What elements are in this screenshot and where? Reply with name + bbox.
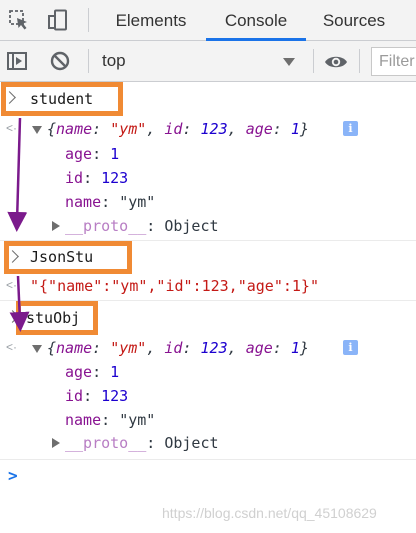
- result-arrow-icon: <·: [6, 340, 18, 354]
- expand-triangle-icon[interactable]: [52, 438, 60, 448]
- string-result: "{"name":"ym","id":123,"age":1}": [30, 277, 319, 295]
- filter-placeholder: Filter: [379, 53, 415, 70]
- result-arrow-icon: <·: [6, 278, 18, 292]
- highlight-box: [1, 82, 123, 116]
- property-row: id: 123: [65, 387, 129, 405]
- device-toggle-icon[interactable]: [47, 9, 69, 31]
- dropdown-arrow-icon: [283, 58, 295, 66]
- console-input-area[interactable]: [0, 462, 416, 502]
- console-result-row: <· {name: "ym", id: 123, age: 1} i age: …: [0, 117, 416, 241]
- proto-row[interactable]: __proto__: Object: [65, 217, 219, 235]
- console-result-row: <· {name: "ym", id: 123, age: 1} i age: …: [0, 336, 416, 460]
- highlight-box: [16, 301, 98, 335]
- property-row: name: "ym": [65, 411, 156, 429]
- devtools-tab-bar: Elements Console Sources: [0, 0, 416, 41]
- object-summary[interactable]: {name: "ym", id: 123, age: 1}: [47, 120, 309, 138]
- eye-icon[interactable]: [324, 51, 348, 73]
- proto-row[interactable]: __proto__: Object: [65, 434, 219, 452]
- tab-console[interactable]: Console: [206, 0, 306, 41]
- property-row: id: 123: [65, 169, 129, 187]
- toolbar-divider: [359, 49, 360, 73]
- toolbar-divider: [88, 8, 89, 32]
- expand-triangle-icon[interactable]: [32, 345, 42, 353]
- result-arrow-icon: <·: [6, 121, 18, 135]
- expand-triangle-icon[interactable]: [52, 221, 60, 231]
- toolbar-divider: [313, 49, 314, 73]
- watermark: https://blog.csdn.net/qq_45108629: [162, 505, 377, 521]
- highlight-box: [4, 241, 132, 274]
- console-toolbar: top Filter: [0, 41, 416, 82]
- context-selector-value: top: [102, 51, 126, 70]
- property-row: age: 1: [65, 363, 120, 381]
- filter-input[interactable]: Filter: [371, 47, 416, 76]
- tab-sources[interactable]: Sources: [314, 0, 394, 41]
- toolbar-divider: [88, 49, 89, 73]
- object-summary[interactable]: {name: "ym", id: 123, age: 1}: [47, 339, 309, 357]
- clear-console-icon[interactable]: [49, 50, 71, 72]
- info-icon[interactable]: i: [343, 340, 358, 355]
- sidebar-toggle-icon[interactable]: [6, 50, 28, 72]
- property-row: name: "ym": [65, 193, 156, 211]
- info-icon[interactable]: i: [343, 121, 358, 136]
- inspect-icon[interactable]: [8, 9, 30, 31]
- context-selector[interactable]: top: [96, 41, 306, 82]
- console-result-row: <· "{"name":"ym","id":123,"age":1}": [0, 274, 416, 301]
- property-row: age: 1: [65, 145, 120, 163]
- tab-elements[interactable]: Elements: [108, 0, 194, 41]
- expand-triangle-icon[interactable]: [32, 126, 42, 134]
